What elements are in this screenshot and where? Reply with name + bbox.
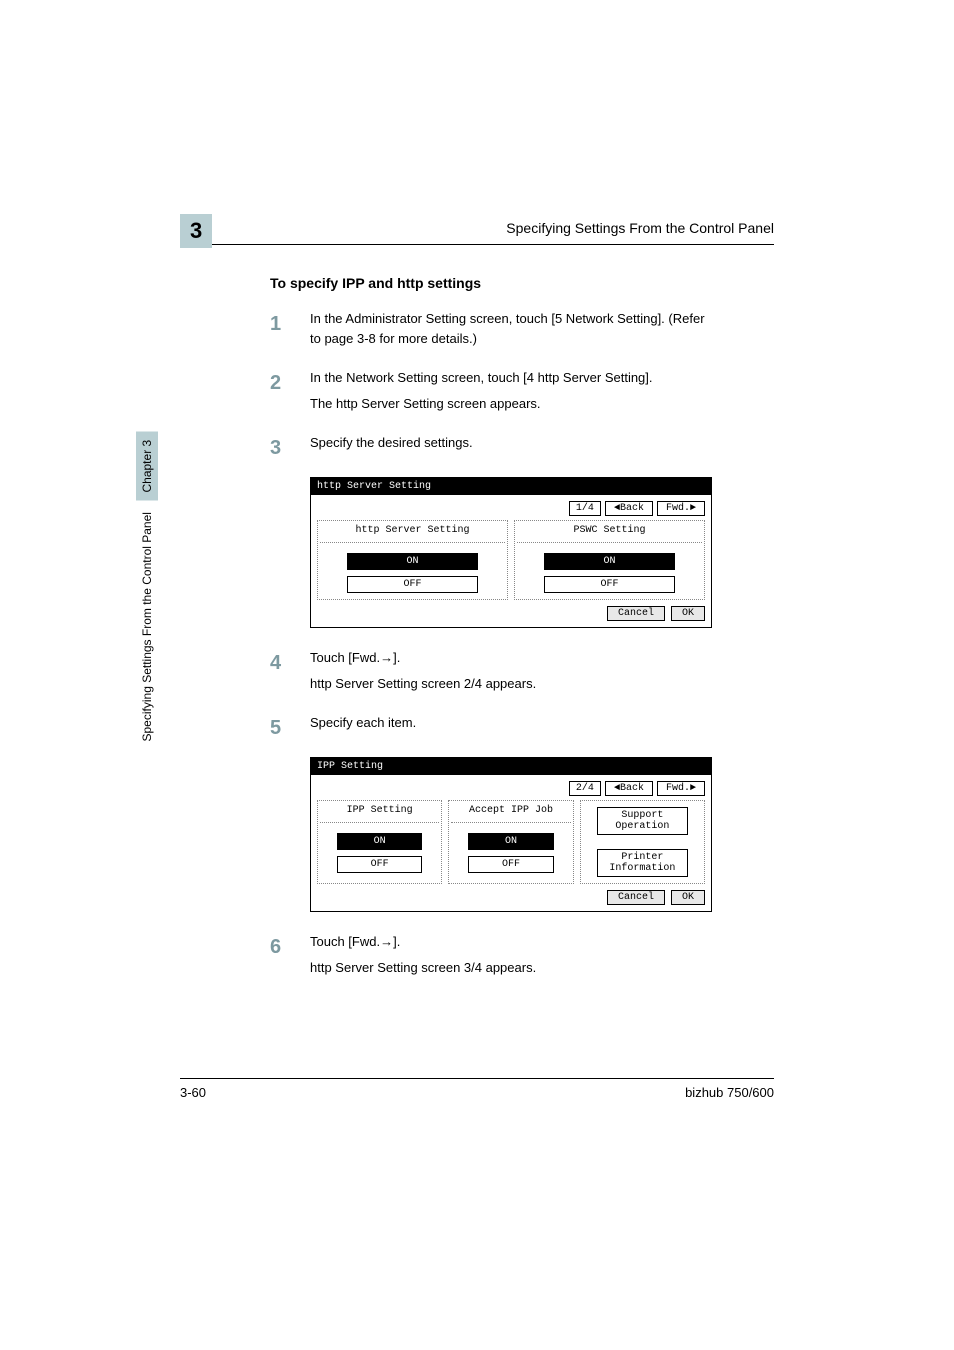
column-accept-ipp: Accept IPP Job ON OFF (448, 800, 573, 884)
chapter-badge: 3 (180, 214, 212, 248)
ok-button[interactable]: OK (671, 890, 705, 905)
column-header: IPP Setting (320, 803, 439, 823)
column-ipp-setting: IPP Setting ON OFF (317, 800, 442, 884)
step-3: 3 Specify the desired settings. (270, 433, 714, 463)
step-text: http Server Setting screen 3/4 appears. (310, 958, 714, 978)
page: 3 Specifying Settings From the Control P… (0, 0, 954, 1350)
option-on[interactable]: ON (544, 553, 676, 570)
step-number: 4 (270, 648, 310, 699)
arrow-right-icon: ► (690, 503, 696, 514)
back-button[interactable]: ◄Back (605, 781, 653, 796)
panel-title: IPP Setting (311, 758, 711, 775)
panel-body: 1/4 ◄Back Fwd.► http Server Setting ON O… (311, 495, 711, 627)
support-operation-button[interactable]: Support Operation (597, 807, 688, 835)
option-on[interactable]: ON (337, 833, 423, 850)
step-number: 5 (270, 713, 310, 743)
page-number: 3-60 (180, 1085, 206, 1100)
step-2: 2 In the Network Setting screen, touch [… (270, 368, 714, 419)
option-on[interactable]: ON (468, 833, 554, 850)
column-links: Support Operation Printer Information (580, 800, 705, 884)
running-title: Specifying Settings From the Control Pan… (506, 220, 774, 236)
page-indicator: 2/4 (569, 781, 601, 796)
cancel-button[interactable]: Cancel (607, 890, 665, 905)
column-header: http Server Setting (320, 523, 505, 543)
content-area: To specify IPP and http settings 1 In th… (270, 275, 714, 983)
back-button[interactable]: ◄Back (605, 501, 653, 516)
side-tab: Specifying Settings From the Control Pan… (136, 420, 158, 750)
step-1: 1 In the Administrator Setting screen, t… (270, 309, 714, 354)
page-indicator: 1/4 (569, 501, 601, 516)
column-pswc: PSWC Setting ON OFF (514, 520, 705, 600)
option-off[interactable]: OFF (347, 576, 479, 593)
page-footer: 3-60 bizhub 750/600 (180, 1078, 774, 1100)
step-text: In the Administrator Setting screen, tou… (310, 309, 714, 348)
step-5: 5 Specify each item. (270, 713, 714, 743)
step-text: Specify the desired settings. (310, 433, 714, 453)
running-header: Specifying Settings From the Control Pan… (200, 220, 774, 245)
cancel-button[interactable]: Cancel (607, 606, 665, 621)
lcd-panel-http-server: http Server Setting 1/4 ◄Back Fwd.► http… (310, 477, 712, 628)
step-text: The http Server Setting screen appears. (310, 394, 714, 414)
column-header: Accept IPP Job (451, 803, 570, 823)
step-number: 2 (270, 368, 310, 419)
side-section-title: Specifying Settings From the Control Pan… (140, 504, 154, 749)
step-number: 3 (270, 433, 310, 463)
panel-body: 2/4 ◄Back Fwd.► IPP Setting ON OFF Accep… (311, 775, 711, 911)
step-number: 6 (270, 932, 310, 983)
column-header: PSWC Setting (517, 523, 702, 543)
ok-button[interactable]: OK (671, 606, 705, 621)
fwd-button[interactable]: Fwd.► (657, 501, 705, 516)
step-text: In the Network Setting screen, touch [4 … (310, 368, 714, 388)
printer-information-button[interactable]: Printer Information (597, 849, 688, 877)
arrow-right-icon: ► (690, 783, 696, 794)
step-text: Touch [Fwd.→]. (310, 648, 714, 668)
column-http-server: http Server Setting ON OFF (317, 520, 508, 600)
option-off[interactable]: OFF (337, 856, 423, 873)
step-text: Touch [Fwd.→]. (310, 932, 714, 952)
option-on[interactable]: ON (347, 553, 479, 570)
step-text: http Server Setting screen 2/4 appears. (310, 674, 714, 694)
panel-title: http Server Setting (311, 478, 711, 495)
step-text: Specify each item. (310, 713, 714, 733)
step-number: 1 (270, 309, 310, 354)
section-heading: To specify IPP and http settings (270, 275, 714, 291)
step-6: 6 Touch [Fwd.→]. http Server Setting scr… (270, 932, 714, 983)
chapter-number: 3 (180, 214, 212, 248)
fwd-button[interactable]: Fwd.► (657, 781, 705, 796)
option-off[interactable]: OFF (468, 856, 554, 873)
lcd-panel-ipp-setting: IPP Setting 2/4 ◄Back Fwd.► IPP Setting … (310, 757, 712, 912)
step-4: 4 Touch [Fwd.→]. http Server Setting scr… (270, 648, 714, 699)
option-off[interactable]: OFF (544, 576, 676, 593)
model-name: bizhub 750/600 (685, 1085, 774, 1100)
side-chapter-label: Chapter 3 (136, 432, 158, 501)
